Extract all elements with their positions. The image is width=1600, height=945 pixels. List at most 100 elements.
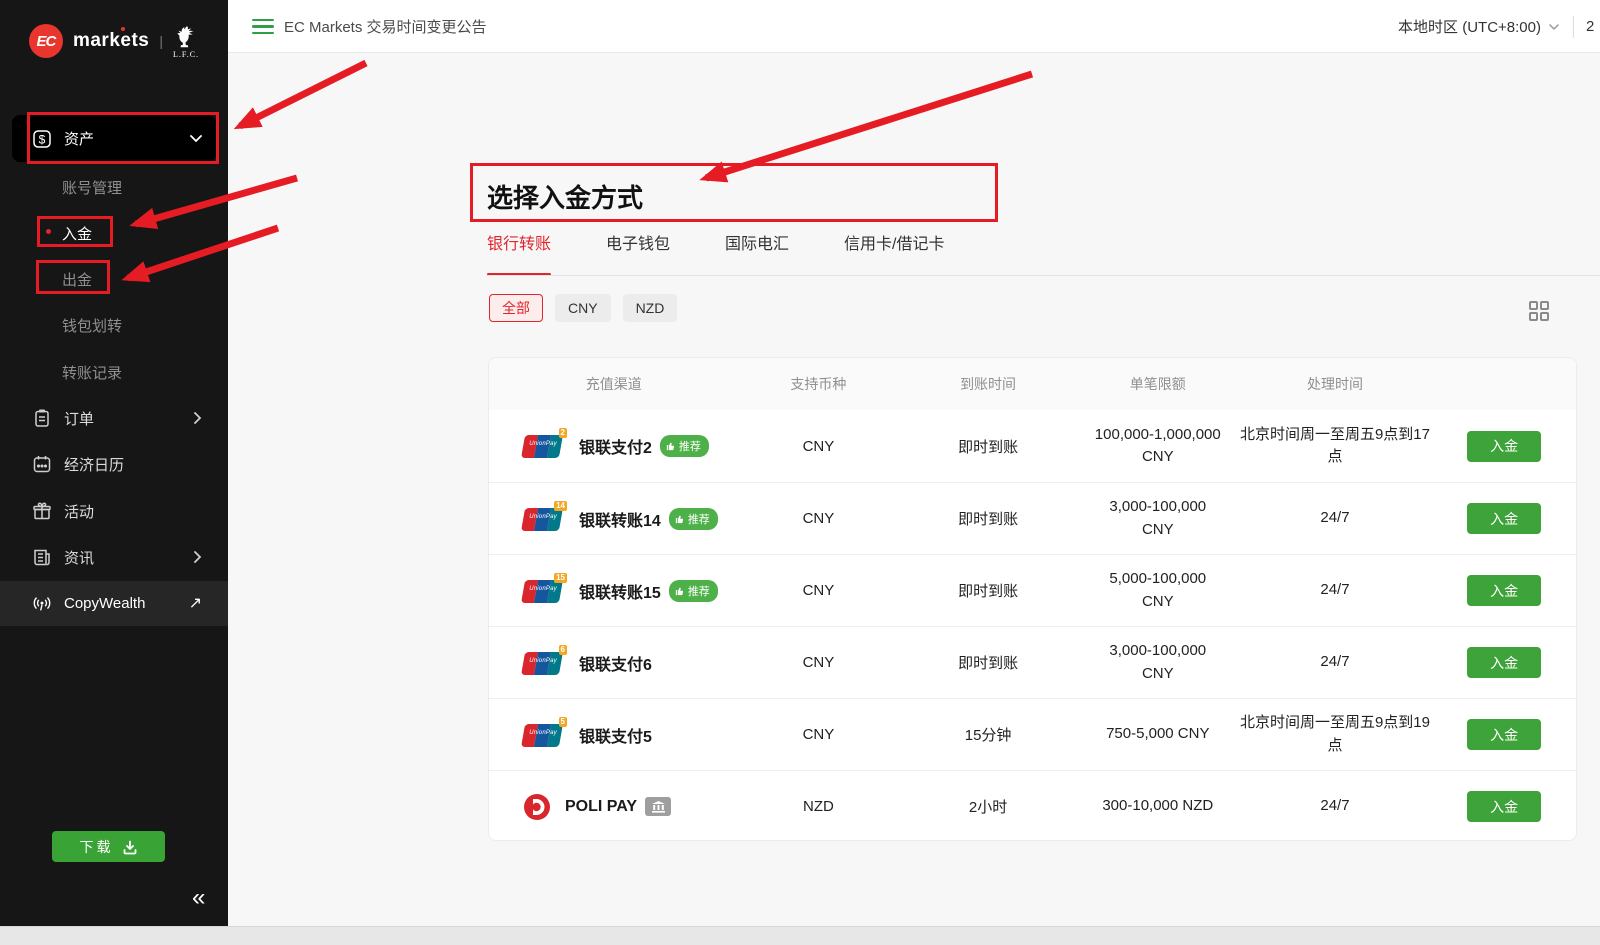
unionpay-icon: UnionPay5 [523, 722, 565, 748]
unionpay-icon: UnionPay2 [523, 433, 565, 459]
sidebar-item-transfer-records[interactable]: 转账记录 [62, 362, 122, 383]
svg-text:$: $ [39, 132, 46, 146]
arrival-cell: 即时到账 [898, 508, 1078, 529]
table-row: UnionPay5 银联支付5 CNY 15分钟 750-5,000 CNY 北… [489, 698, 1576, 770]
assets-icon: $ [32, 129, 52, 149]
chevron-down-icon [190, 135, 202, 143]
currency-cell: CNY [739, 438, 899, 455]
header-limit: 单笔限额 [1078, 374, 1238, 395]
lfc-label: L.F.C. [173, 50, 199, 59]
channel-name: 银联支付5 [579, 723, 652, 747]
header-channel: 充值渠道 [489, 374, 739, 394]
download-icon [122, 839, 138, 855]
limit-cell: 300-10,000 NZD [1078, 795, 1238, 818]
channel-name: 银联转账15 [579, 579, 661, 603]
timezone-selector[interactable]: 本地时区 (UTC+8:00) [1398, 16, 1541, 37]
tab-ewallet[interactable]: 电子钱包 [606, 230, 670, 276]
sidebar-item-label: 经济日历 [64, 454, 124, 475]
currency-cell: CNY [739, 510, 899, 527]
table-row: UnionPay14 银联转账14 推荐 CNY 即时到账 3,000-100,… [489, 482, 1576, 554]
sidebar-item-label: CopyWealth [64, 595, 145, 612]
topbar-divider [1573, 16, 1574, 38]
recommended-badge: 推荐 [669, 580, 718, 602]
news-icon [32, 547, 52, 567]
sidebar-item-label: 资产 [64, 128, 94, 149]
broadcast-icon [32, 594, 52, 614]
calendar-icon [32, 454, 52, 474]
arrival-cell: 即时到账 [898, 436, 1078, 457]
arrival-cell: 2小时 [898, 796, 1078, 817]
hours-cell: 24/7 [1238, 507, 1433, 530]
chevron-right-icon [194, 412, 202, 424]
tab-credit-debit-card[interactable]: 信用卡/借记卡 [844, 230, 944, 276]
sidebar-collapse-button[interactable]: « [192, 884, 205, 912]
sidebar-item-withdraw[interactable]: 出金 [62, 269, 92, 290]
sidebar-item-deposit[interactable]: 入金 [62, 223, 92, 244]
sidebar-item-activity[interactable]: 活动 [0, 489, 228, 533]
tabs-bottom-border [487, 275, 1600, 276]
filter-nzd[interactable]: NZD [623, 294, 678, 322]
filter-cny[interactable]: CNY [555, 294, 611, 322]
topbar: EC Markets 交易时间变更公告 本地时区 (UTC+8:00) 2 [228, 0, 1600, 53]
currency-cell: CNY [739, 726, 899, 743]
limit-cell: 5,000-100,000 CNY [1078, 568, 1238, 613]
header-currency: 支持币种 [739, 374, 899, 394]
announcement[interactable]: EC Markets 交易时间变更公告 [252, 0, 487, 53]
tab-bank-transfer[interactable]: 银行转账 [487, 230, 551, 276]
deposit-channels-table: 充值渠道 支持币种 到账时间 单笔限额 处理时间 UnionPay2 银联支付2… [488, 357, 1577, 841]
deposit-button[interactable]: 入金 [1467, 431, 1541, 462]
hours-cell: 24/7 [1238, 795, 1433, 818]
deposit-button[interactable]: 入金 [1467, 575, 1541, 606]
chevron-right-icon [194, 551, 202, 563]
brand-logo: EC markets | L.F.C. [0, 10, 228, 72]
download-label: 下载 [80, 837, 114, 857]
header-hours: 处理时间 [1238, 374, 1433, 395]
lfc-logo: L.F.C. [173, 24, 199, 59]
deposit-button[interactable]: 入金 [1467, 647, 1541, 678]
limit-cell: 750-5,000 CNY [1078, 723, 1238, 746]
limit-cell: 3,000-100,000 CNY [1078, 640, 1238, 685]
page-title: 选择入金方式 [487, 178, 643, 215]
sidebar-item-account-management[interactable]: 账号管理 [62, 177, 122, 198]
download-button[interactable]: 下载 [52, 831, 165, 862]
ec-logo-icon: EC [29, 24, 63, 58]
table-row: UnionPay2 银联支付2 推荐 CNY 即时到账 100,000-1,00… [489, 410, 1576, 482]
currency-filters: 全部 CNY NZD [489, 294, 677, 322]
thumbs-up-icon [666, 441, 676, 451]
page-bottom-strip [0, 926, 1600, 945]
currency-cell: CNY [739, 654, 899, 671]
grid-view-icon[interactable] [1528, 300, 1550, 322]
filter-all[interactable]: 全部 [489, 294, 543, 322]
sidebar-item-copywealth[interactable]: CopyWealth ↗ [0, 581, 228, 626]
channel-name: 银联转账14 [579, 507, 661, 531]
channel-name: 银联支付2 [579, 434, 652, 458]
unionpay-icon: UnionPay14 [523, 506, 565, 532]
brand-name: markets [73, 30, 149, 52]
table-header-row: 充值渠道 支持币种 到账时间 单笔限额 处理时间 [489, 358, 1576, 410]
announcement-list-icon [252, 19, 274, 35]
sidebar-item-news[interactable]: 资讯 [0, 535, 228, 579]
sidebar-item-economic-calendar[interactable]: 经济日历 [0, 442, 228, 486]
deposit-button[interactable]: 入金 [1467, 503, 1541, 534]
hours-cell: 24/7 [1238, 579, 1433, 602]
logo-divider: | [159, 33, 163, 49]
orders-icon [32, 408, 52, 428]
table-row: POLI PAY NZD 2小时 300-10,000 NZD 24/7 入金 [489, 770, 1576, 841]
bank-badge-icon [645, 797, 671, 816]
deposit-button[interactable]: 入金 [1467, 791, 1541, 822]
deposit-button[interactable]: 入金 [1467, 719, 1541, 750]
liverbird-icon [173, 24, 199, 50]
deposit-method-tabs: 银行转账 电子钱包 国际电汇 信用卡/借记卡 [487, 230, 945, 276]
main-content: 选择入金方式 银行转账 电子钱包 国际电汇 信用卡/借记卡 全部 CNY NZD… [228, 54, 1600, 926]
arrival-cell: 15分钟 [898, 724, 1078, 745]
tab-international-wire[interactable]: 国际电汇 [725, 230, 789, 276]
unionpay-icon: UnionPay15 [523, 578, 565, 604]
sidebar-item-wallet-transfer[interactable]: 钱包划转 [62, 315, 122, 336]
sidebar-item-orders[interactable]: 订单 [0, 396, 228, 440]
sidebar-item-assets[interactable]: $ 资产 [0, 115, 228, 162]
sidebar-item-label: 订单 [64, 408, 94, 429]
announcement-text: EC Markets 交易时间变更公告 [284, 16, 487, 37]
chevron-down-icon [1549, 24, 1559, 31]
thumbs-up-icon [675, 514, 685, 524]
recommended-badge: 推荐 [660, 435, 709, 457]
